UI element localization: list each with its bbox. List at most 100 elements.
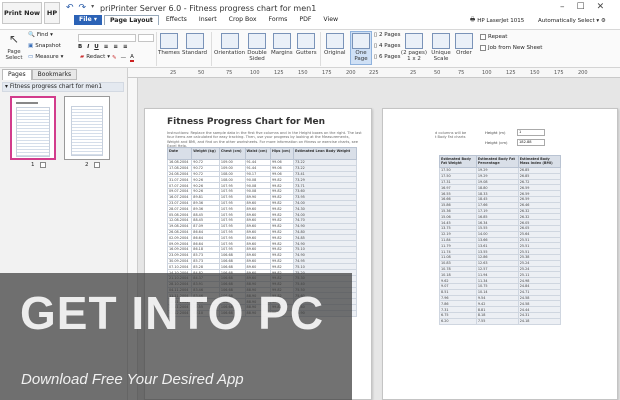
redact-button[interactable]: ▰ Redact ▾ bbox=[80, 54, 110, 60]
unique-scale-button[interactable]: Unique Scale bbox=[430, 33, 452, 63]
tray-select[interactable]: Automatically Select ▾ ⚙ bbox=[538, 15, 618, 26]
margins-button[interactable]: Margins bbox=[271, 33, 293, 56]
ruler-tick-label: 75 bbox=[458, 70, 465, 76]
print-now-button[interactable]: Print Now bbox=[2, 2, 42, 24]
tab-bookmarks[interactable]: Bookmarks bbox=[31, 69, 78, 80]
minimize-icon[interactable]: – bbox=[560, 2, 565, 12]
tab-page-layout[interactable]: Page Layout bbox=[103, 15, 159, 25]
bold-icon[interactable]: B bbox=[78, 44, 82, 50]
panel-tabs: Pages Bookmarks bbox=[2, 69, 78, 80]
pen-icon[interactable]: ✎ bbox=[112, 55, 117, 61]
find-button[interactable]: 🔍 Find ▾ bbox=[28, 32, 53, 38]
tab-forms[interactable]: Forms bbox=[264, 15, 293, 25]
page-select-label: Page Select bbox=[5, 49, 23, 62]
ruler-tick-label: 100 bbox=[250, 70, 260, 76]
measure-label: Measure bbox=[35, 54, 59, 60]
gutters-button[interactable]: Gutters bbox=[296, 33, 317, 56]
collapse-icon[interactable]: ▾ bbox=[5, 84, 8, 90]
one-page-icon bbox=[352, 33, 370, 49]
tab-effects[interactable]: Effects bbox=[161, 15, 192, 25]
tab-crop-box[interactable]: Crop Box bbox=[224, 15, 262, 25]
tab-pdf[interactable]: PDF bbox=[294, 15, 316, 25]
page-thumbnail-1[interactable] bbox=[10, 96, 56, 160]
table-cell: 6.20 bbox=[439, 317, 477, 325]
order-button[interactable]: Order bbox=[455, 33, 473, 56]
window-title: priPrinter Server 6.0 - Fitness progress… bbox=[100, 4, 317, 13]
ruler-tick-label: 50 bbox=[434, 70, 441, 76]
printer-name: HP LaserJet 1015 bbox=[477, 17, 525, 24]
double-sided-icon bbox=[248, 33, 266, 49]
redact-label: Redact bbox=[86, 54, 106, 60]
repeat-checkbox[interactable]: Repeat bbox=[480, 34, 507, 40]
ruler-tick-label: 75 bbox=[226, 70, 233, 76]
table-header-cell: Estimated Body Fat Percentage bbox=[475, 155, 519, 168]
original-button[interactable]: Original bbox=[324, 33, 346, 56]
font-size-select[interactable] bbox=[138, 34, 154, 42]
order-icon bbox=[455, 33, 473, 49]
line-color-icon[interactable]: — bbox=[121, 55, 127, 61]
one-page-button[interactable]: One Page bbox=[350, 31, 372, 65]
tab-pages[interactable]: Pages bbox=[2, 69, 32, 80]
repeat-checkbox-box[interactable] bbox=[480, 34, 486, 40]
redo-icon[interactable]: ↷ bbox=[79, 3, 87, 13]
qat-dropdown-icon[interactable]: ▾ bbox=[91, 3, 94, 13]
page-thumbnail-2[interactable] bbox=[64, 96, 110, 160]
body-fat-table: Estimated Body Fat Weight Estimated Body … bbox=[439, 155, 562, 325]
italic-icon[interactable]: I bbox=[87, 44, 89, 50]
page-2-checkbox-box[interactable] bbox=[94, 162, 100, 168]
standard-button[interactable]: Standard bbox=[182, 33, 207, 56]
tab-file[interactable]: File ▾ bbox=[74, 15, 102, 25]
tab-insert[interactable]: Insert bbox=[194, 15, 222, 25]
tab-view[interactable]: View bbox=[318, 15, 343, 25]
themes-icon bbox=[159, 33, 178, 49]
maximize-icon[interactable]: ☐ bbox=[577, 2, 585, 12]
table-header-cell: Chest (cm) bbox=[218, 147, 246, 160]
job-from-new-sheet-box[interactable] bbox=[480, 45, 486, 51]
two-pages-button[interactable]: ▯ 2 Pages bbox=[374, 32, 400, 38]
one-page-label: One Page bbox=[354, 50, 368, 63]
align-left-icon[interactable]: ≡ bbox=[104, 44, 109, 50]
find-label: Find bbox=[36, 32, 49, 38]
page-2-checkbox[interactable] bbox=[94, 162, 100, 170]
printer-icon: 🖶 bbox=[470, 17, 476, 23]
page-1-checkbox[interactable] bbox=[40, 162, 46, 170]
table-header-cell: Waist (cm) bbox=[244, 147, 272, 160]
watermark-title: GET INTO PC bbox=[20, 287, 325, 339]
ruler-tick-label: 200 bbox=[346, 70, 356, 76]
two-pages-icon: ▯ bbox=[374, 32, 378, 38]
tray-select-label: Automatically Select bbox=[538, 17, 595, 24]
ruler-tick-label: 100 bbox=[482, 70, 492, 76]
font-family-select[interactable] bbox=[78, 34, 136, 42]
job-from-new-sheet-checkbox[interactable]: Job from New Sheet bbox=[480, 45, 542, 51]
page-select-button[interactable]: ↖ Page Select bbox=[3, 32, 25, 62]
double-sided-button[interactable]: Double Sided bbox=[246, 33, 268, 63]
ruler-tick-label: 175 bbox=[554, 70, 564, 76]
printer-select[interactable]: 🖶 HP LaserJet 1015 bbox=[470, 15, 536, 26]
themes-button[interactable]: Themes bbox=[158, 33, 180, 56]
find-icon: 🔍 bbox=[28, 32, 35, 38]
six-pages-button[interactable]: ▯ 6 Pages bbox=[374, 54, 400, 60]
horizontal-ruler: 25 50 75 100 125 150 175 200 225 25 50 75 100 125 150 1… bbox=[128, 68, 620, 78]
page-1-checkbox-box[interactable] bbox=[40, 162, 46, 168]
ruler-tick-label: 25 bbox=[170, 70, 177, 76]
original-icon bbox=[325, 33, 344, 49]
margins-icon bbox=[272, 33, 291, 49]
four-pages-icon: ▯ bbox=[374, 43, 378, 49]
snapshot-button[interactable]: ▣ Snapshot bbox=[28, 43, 61, 49]
orientation-button[interactable]: Orientation bbox=[214, 33, 245, 56]
align-center-icon[interactable]: ≡ bbox=[113, 44, 118, 50]
four-pages-label: 4 Pages bbox=[379, 43, 401, 49]
measure-button[interactable]: ▭ Measure ▾ bbox=[28, 54, 63, 60]
close-icon[interactable]: ✕ bbox=[597, 2, 605, 12]
underline-icon[interactable]: U bbox=[94, 44, 98, 50]
job-header[interactable]: ▾ Fitness progress chart for men1 bbox=[2, 82, 124, 92]
four-pages-button[interactable]: ▯ 4 Pages bbox=[374, 43, 400, 49]
ribbon: ↖ Page Select 🔍 Find ▾ ▣ Snapshot ▭ Measure… bbox=[0, 30, 620, 68]
hp-printer-button[interactable]: HP bbox=[44, 2, 60, 24]
font-color-icon[interactable]: A bbox=[130, 54, 134, 62]
pages-layout-button[interactable]: (2 pages) 1 x 2 bbox=[400, 33, 428, 63]
double-sided-label: Double Sided bbox=[247, 50, 267, 63]
align-right-icon[interactable]: ≡ bbox=[123, 44, 128, 50]
ribbon-tabs: File ▾ Page Layout Effects Insert Crop B… bbox=[74, 15, 343, 25]
undo-icon[interactable]: ↶ bbox=[66, 3, 74, 13]
